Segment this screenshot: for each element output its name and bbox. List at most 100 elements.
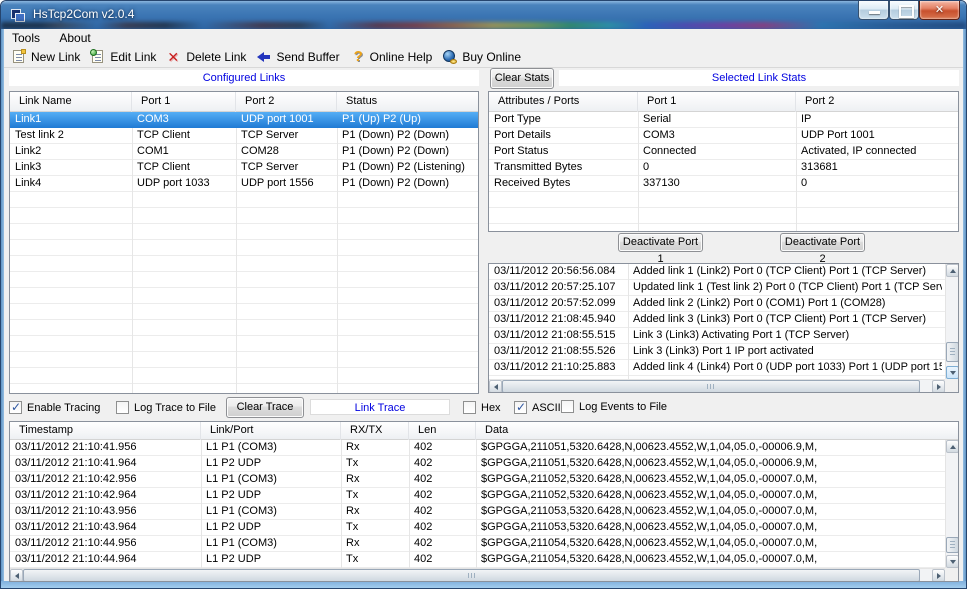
scroll-right-button[interactable] [932,380,945,393]
scroll-up-button[interactable] [946,440,959,453]
table-row[interactable]: 03/11/2012 21:10:41.956L1 P1 (COM3)Rx402… [10,440,945,456]
column-header[interactable]: Len [409,422,476,440]
trace-table-body: 03/11/2012 21:10:41.956L1 P1 (COM3)Rx402… [10,440,945,568]
table-cell: P1 (Down) P2 (Down) [337,144,476,160]
new-link-button[interactable]: New Link [9,47,88,67]
trace-vertical-scrollbar[interactable] [945,440,958,568]
menu-tools[interactable]: Tools [4,29,48,47]
ascii-label: ASCII [532,402,561,414]
table-cell: 03/11/2012 21:10:44.956 [10,536,201,552]
table-cell: P1 (Up) P2 (Up) [337,112,476,128]
log-events-to-file-checkbox[interactable] [561,400,574,413]
column-header[interactable]: Port 2 [796,92,956,112]
table-cell: L1 P1 (COM3) [201,536,341,552]
table-row[interactable]: Link3TCP ClientTCP ServerP1 (Down) P2 (L… [10,160,478,176]
new-link-label: New Link [31,50,80,64]
deactivate-port2-button[interactable]: Deactivate Port 2 [780,233,865,252]
maximize-button[interactable] [889,1,919,20]
table-cell: Updated link 1 (Test link 2) Port 0 (TCP… [628,280,942,296]
table-row[interactable]: Link4UDP port 1033UDP port 1556P1 (Down)… [10,176,478,192]
column-header[interactable]: Port 1 [132,92,236,112]
table-row[interactable]: 03/11/2012 21:10:43.964L1 P2 UDPTx402$GP… [10,520,945,536]
table-row[interactable]: 03/11/2012 21:10:41.964L1 P2 UDPTx402$GP… [10,456,945,472]
table-row[interactable]: 03/11/2012 21:10:44.956L1 P1 (COM3)Rx402… [10,536,945,552]
table-cell: Tx [341,488,409,504]
table-row[interactable]: 03/11/2012 21:10:42.956L1 P1 (COM3)Rx402… [10,472,945,488]
table-cell: Added link 4 (Link4) Port 0 (UDP port 10… [628,360,942,376]
table-row[interactable]: 03/11/2012 21:08:55.515Link 3 (Link3) Ac… [489,328,945,344]
clear-stats-button[interactable]: Clear Stats [490,68,554,89]
scroll-right-button[interactable] [932,569,945,582]
column-header[interactable]: Port 2 [236,92,337,112]
table-cell: $GPGGA,211054,5320.6428,N,00623.4552,W,1… [476,552,942,568]
table-row[interactable]: Link1COM3UDP port 1001P1 (Up) P2 (Up) [10,112,478,128]
column-header[interactable]: Timestamp [10,422,201,440]
table-row[interactable]: 03/11/2012 21:10:42.964L1 P2 UDPTx402$GP… [10,488,945,504]
log-trace-to-file-checkbox[interactable] [116,401,129,414]
scrollbar-thumb[interactable] [502,380,920,393]
close-button[interactable] [919,1,960,20]
table-cell: Link 3 (Link3) Activating Port 1 (TCP Se… [628,328,942,344]
table-row[interactable]: Test link 2TCP ClientTCP ServerP1 (Down)… [10,128,478,144]
scroll-up-button[interactable] [946,264,959,277]
send-buffer-label: Send Buffer [276,50,339,64]
column-header[interactable]: Link/Port [201,422,341,440]
table-cell: $GPGGA,211052,5320.6428,N,00623.4552,W,1… [476,472,942,488]
column-header[interactable]: Attributes / Ports [489,92,638,112]
table-row[interactable]: Link2COM1COM28P1 (Down) P2 (Down) [10,144,478,160]
delete-link-label: Delete Link [186,50,246,64]
table-cell: COM28 [236,144,337,160]
table-cell: 03/11/2012 21:08:55.526 [489,344,628,360]
table-cell: Tx [341,520,409,536]
table-cell: TCP Server [236,128,337,144]
scrollbar-thumb[interactable] [946,342,959,362]
enable-tracing-checkbox[interactable] [9,401,22,414]
edit-link-button[interactable]: Edit Link [88,47,164,67]
table-row[interactable]: 03/11/2012 21:08:45.940Added link 3 (Lin… [489,312,945,328]
scroll-left-button[interactable] [489,380,502,393]
table-cell: Rx [341,472,409,488]
table-cell: UDP port 1001 [236,112,337,128]
table-row[interactable]: 03/11/2012 21:10:25.883Added link 4 (Lin… [489,360,945,376]
scrollbar-thumb[interactable] [23,569,920,582]
scroll-down-button[interactable] [946,555,959,568]
table-row[interactable]: 03/11/2012 20:56:56.084Added link 1 (Lin… [489,264,945,280]
event-log-horizontal-scrollbar[interactable] [489,379,945,392]
table-row[interactable]: 03/11/2012 21:10:44.964L1 P2 UDPTx402$GP… [10,552,945,568]
menu-about[interactable]: About [51,29,98,47]
scrollbar-thumb[interactable] [946,537,959,553]
table-cell: L1 P1 (COM3) [201,472,341,488]
table-cell: P1 (Down) P2 (Down) [337,176,476,192]
configured-links-body: Link1COM3UDP port 1001P1 (Up) P2 (Up)Tes… [10,112,478,393]
column-header[interactable]: Status [337,92,477,112]
scroll-left-button[interactable] [10,569,23,582]
title-bar[interactable]: HsTcp2Com v2.0.4 [1,1,966,29]
enable-tracing-group: Enable Tracing [9,400,100,415]
table-cell: Port Details [489,128,638,144]
deactivate-port1-button[interactable]: Deactivate Port 1 [618,233,703,252]
scroll-down-button[interactable] [946,366,959,379]
table-row[interactable]: 03/11/2012 21:10:43.956L1 P1 (COM3)Rx402… [10,504,945,520]
online-help-button[interactable]: Online Help [348,47,441,67]
table-cell: $GPGGA,211054,5320.6428,N,00623.4552,W,1… [476,536,942,552]
column-header[interactable]: Data [476,422,932,440]
ascii-checkbox[interactable] [514,401,527,414]
clear-trace-button[interactable]: Clear Trace [226,397,304,418]
event-log-vertical-scrollbar[interactable] [945,264,958,379]
table-cell: 0 [796,176,954,192]
trace-horizontal-scrollbar[interactable] [10,568,945,581]
column-header[interactable]: Link Name [10,92,132,112]
table-cell: L1 P2 UDP [201,520,341,536]
table-row[interactable]: 03/11/2012 20:57:25.107Updated link 1 (T… [489,280,945,296]
column-header[interactable]: Port 1 [638,92,796,112]
buy-online-button[interactable]: Buy Online [440,47,529,67]
send-buffer-button[interactable]: Send Buffer [254,47,347,67]
hex-checkbox[interactable] [463,401,476,414]
minimize-button[interactable] [858,1,889,20]
delete-link-button[interactable]: Delete Link [164,47,254,67]
column-header[interactable]: RX/TX [341,422,409,440]
table-row[interactable]: 03/11/2012 20:57:52.099Added link 2 (Lin… [489,296,945,312]
scrollbar-corner [945,379,958,392]
table-cell: TCP Server [236,160,337,176]
table-row[interactable]: 03/11/2012 21:08:55.526Link 3 (Link3) Po… [489,344,945,360]
